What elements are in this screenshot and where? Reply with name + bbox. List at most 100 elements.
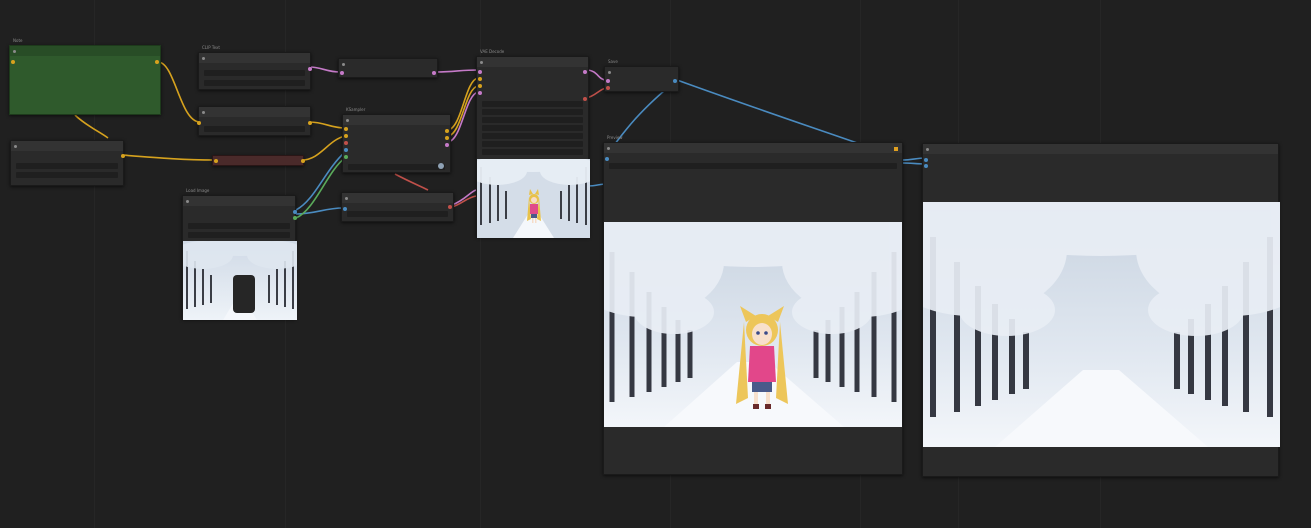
collapse-dot-icon[interactable] bbox=[202, 111, 205, 114]
wire-yellow bbox=[308, 121, 346, 129]
input-port[interactable] bbox=[344, 155, 348, 159]
output-port[interactable] bbox=[445, 136, 449, 140]
toggle-icon[interactable] bbox=[438, 163, 444, 169]
input-port[interactable] bbox=[344, 134, 348, 138]
collapse-dot-icon[interactable] bbox=[14, 145, 17, 148]
collapse-dot-icon[interactable] bbox=[608, 71, 611, 74]
output-port[interactable] bbox=[301, 159, 305, 163]
input-port[interactable] bbox=[478, 70, 482, 74]
collapse-dot-icon[interactable] bbox=[13, 50, 16, 53]
node-graph-canvas[interactable]: Note CLIP Text KSampler Load Image VAE D… bbox=[0, 0, 1311, 528]
mask-preview-image bbox=[183, 241, 297, 320]
input-port[interactable] bbox=[344, 141, 348, 145]
load-image-node[interactable]: Load Image bbox=[182, 188, 297, 320]
node-widget[interactable] bbox=[347, 211, 448, 217]
wire-yellow bbox=[157, 61, 201, 123]
collapse-dot-icon[interactable] bbox=[480, 61, 483, 64]
input-port[interactable] bbox=[924, 158, 928, 162]
node-widget[interactable] bbox=[482, 141, 583, 147]
input-port[interactable] bbox=[11, 60, 15, 64]
preview-right-node[interactable] bbox=[922, 143, 1280, 477]
node-widget[interactable] bbox=[482, 133, 583, 139]
node-header bbox=[923, 144, 1278, 154]
collapse-dot-icon[interactable] bbox=[186, 200, 189, 203]
save-node[interactable]: Save bbox=[604, 59, 679, 92]
input-port[interactable] bbox=[606, 86, 610, 90]
node-widget[interactable] bbox=[204, 80, 305, 86]
collapsed-node[interactable] bbox=[212, 155, 305, 166]
output-port[interactable] bbox=[293, 210, 297, 214]
collapse-dot-icon[interactable] bbox=[926, 148, 929, 151]
loader-node[interactable] bbox=[10, 140, 125, 186]
output-port[interactable] bbox=[445, 143, 449, 147]
output-port[interactable] bbox=[583, 70, 587, 74]
node-widget[interactable] bbox=[482, 117, 583, 123]
input-port[interactable] bbox=[343, 207, 347, 211]
collapse-dot-icon[interactable] bbox=[607, 147, 610, 150]
node-header bbox=[11, 141, 123, 151]
output-port[interactable] bbox=[121, 154, 125, 158]
wire-green bbox=[295, 157, 346, 219]
output-port[interactable] bbox=[673, 79, 677, 83]
background-preview-image bbox=[923, 202, 1280, 447]
output-port[interactable] bbox=[155, 60, 159, 64]
node-widget[interactable] bbox=[482, 109, 583, 115]
input-port[interactable] bbox=[478, 91, 482, 95]
input-port[interactable] bbox=[344, 148, 348, 152]
node-widget[interactable] bbox=[348, 164, 445, 170]
input-port[interactable] bbox=[924, 164, 928, 168]
node-title: Preview bbox=[607, 135, 623, 140]
node-widget[interactable] bbox=[204, 70, 305, 76]
character-large-image bbox=[604, 222, 902, 427]
output-port[interactable] bbox=[445, 129, 449, 133]
collapse-dot-icon[interactable] bbox=[202, 57, 205, 60]
node-widget[interactable] bbox=[16, 172, 118, 178]
output-port[interactable] bbox=[448, 205, 452, 209]
node-header bbox=[604, 143, 902, 153]
badge-icon[interactable] bbox=[894, 147, 898, 151]
input-port[interactable] bbox=[478, 84, 482, 88]
node-widget[interactable] bbox=[204, 126, 305, 132]
node-widget[interactable] bbox=[482, 101, 583, 107]
node-title: Save bbox=[608, 59, 618, 64]
input-port[interactable] bbox=[197, 121, 201, 125]
input-port[interactable] bbox=[214, 159, 218, 163]
output-port[interactable] bbox=[432, 71, 436, 75]
node-header bbox=[10, 46, 160, 56]
decode-node[interactable]: VAE Decode bbox=[476, 49, 590, 238]
output-port[interactable] bbox=[308, 67, 312, 71]
collapse-dot-icon[interactable] bbox=[342, 63, 345, 66]
input-port[interactable] bbox=[605, 157, 609, 161]
note-node[interactable]: Note bbox=[9, 38, 161, 115]
node-widget[interactable] bbox=[482, 125, 583, 131]
node-widget[interactable] bbox=[609, 163, 897, 169]
wire-yellow bbox=[447, 85, 479, 137]
output-port[interactable] bbox=[308, 121, 312, 125]
wire-red bbox=[394, 173, 429, 191]
wire-blue bbox=[295, 207, 344, 215]
sampler-node[interactable]: KSampler bbox=[342, 107, 451, 173]
input-port[interactable] bbox=[340, 71, 344, 75]
clip-text-node[interactable] bbox=[197, 106, 312, 136]
node-widget[interactable] bbox=[482, 149, 583, 155]
clip-text-node[interactable]: CLIP Text bbox=[198, 45, 312, 90]
node-widget[interactable] bbox=[16, 163, 118, 169]
preview-large-node[interactable]: Preview bbox=[603, 135, 903, 475]
wire-red bbox=[585, 87, 607, 99]
output-port[interactable] bbox=[293, 216, 297, 220]
small-node[interactable] bbox=[338, 58, 438, 78]
collapse-dot-icon[interactable] bbox=[345, 197, 348, 200]
node-header bbox=[183, 196, 295, 206]
node-title: KSampler bbox=[346, 107, 366, 112]
node-widget[interactable] bbox=[188, 223, 290, 229]
input-port[interactable] bbox=[478, 77, 482, 81]
conditioning-node[interactable] bbox=[341, 192, 454, 222]
wire-red bbox=[451, 195, 477, 208]
output-port[interactable] bbox=[583, 97, 587, 101]
node-header bbox=[343, 115, 450, 125]
node-widget[interactable] bbox=[188, 232, 290, 238]
node-title: Note bbox=[13, 38, 23, 43]
input-port[interactable] bbox=[344, 127, 348, 131]
collapse-dot-icon[interactable] bbox=[346, 119, 349, 122]
input-port[interactable] bbox=[606, 79, 610, 83]
